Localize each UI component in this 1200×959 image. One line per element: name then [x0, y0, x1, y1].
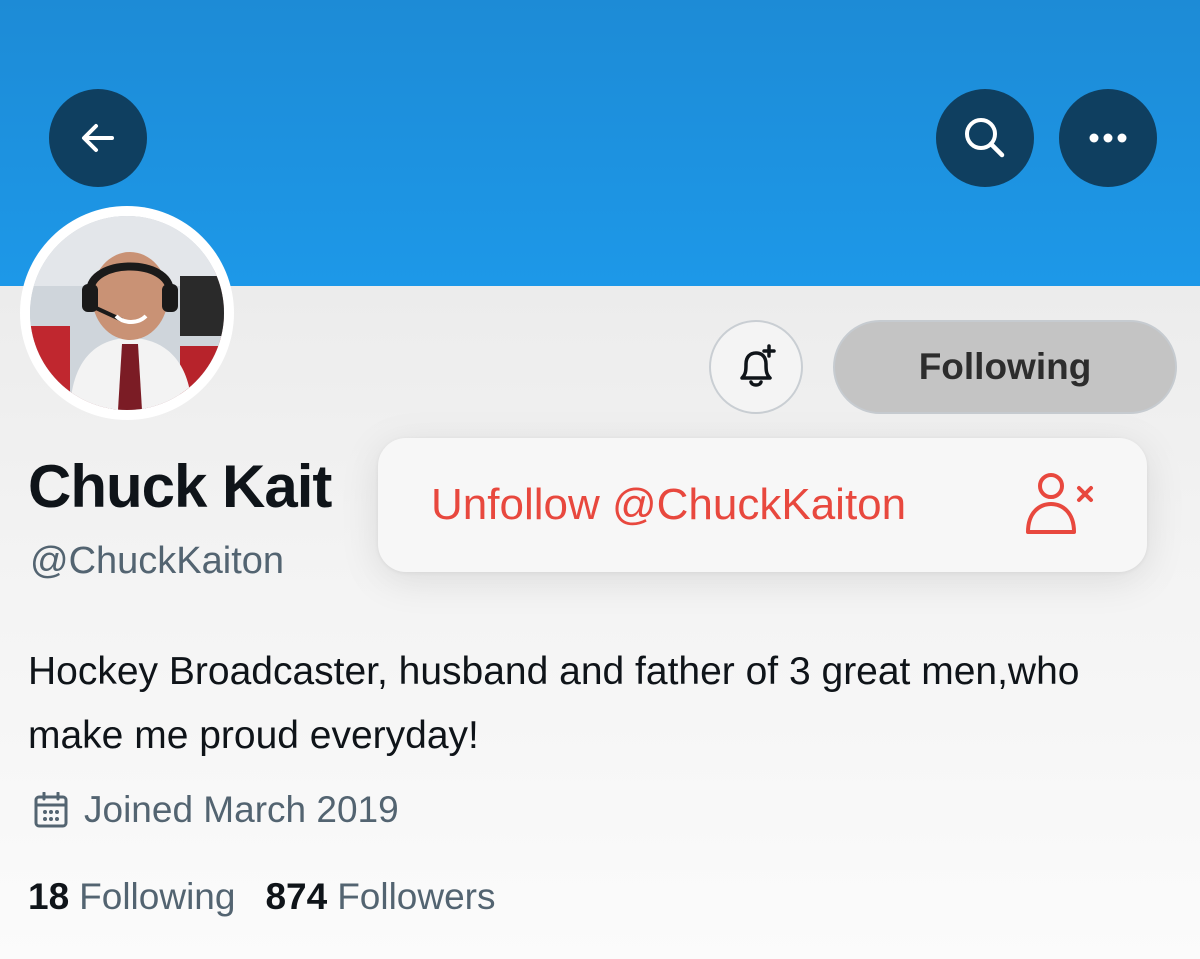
following-button[interactable]: Following — [833, 320, 1177, 414]
person-remove-icon — [1026, 473, 1093, 534]
following-count-label: Following — [79, 876, 236, 917]
notifications-button[interactable] — [709, 320, 803, 414]
more-horizontal-icon — [1089, 133, 1127, 143]
joined-text: Joined March 2019 — [84, 789, 399, 830]
display-name: Chuck Kait — [28, 453, 332, 520]
following-count: 18 — [28, 876, 70, 917]
profile-screen: Following Chuck Kait @ChuckKaiton Hockey… — [0, 0, 1200, 959]
following-count-link[interactable]: 18 Following — [28, 876, 235, 918]
unfollow-label: Unfollow @ChuckKaiton — [431, 480, 907, 529]
profile-bio: Hockey Broadcaster, husband and father o… — [28, 650, 1080, 757]
search-icon — [965, 118, 1005, 158]
unfollow-menu-item[interactable]: Unfollow @ChuckKaiton — [378, 438, 1147, 572]
followers-count-label: Followers — [337, 876, 496, 917]
avatar-image — [30, 216, 224, 410]
following-button-label: Following — [918, 346, 1092, 387]
avatar[interactable] — [20, 206, 234, 420]
followers-count: 874 — [265, 876, 328, 917]
followers-count-link[interactable]: 874 Followers — [265, 876, 495, 918]
avatar-photo — [30, 216, 224, 410]
search-button[interactable] — [936, 89, 1034, 187]
more-options-button[interactable] — [1059, 89, 1157, 187]
arrow-left-icon — [82, 124, 114, 152]
profile-handle: @ChuckKaiton — [30, 540, 285, 582]
calendar-icon — [34, 792, 68, 828]
joined-date: Joined March 2019 — [34, 789, 399, 831]
profile-stats: 18 Following 874 Followers — [28, 876, 496, 918]
bell-plus-icon — [740, 344, 776, 387]
back-button[interactable] — [49, 89, 147, 187]
